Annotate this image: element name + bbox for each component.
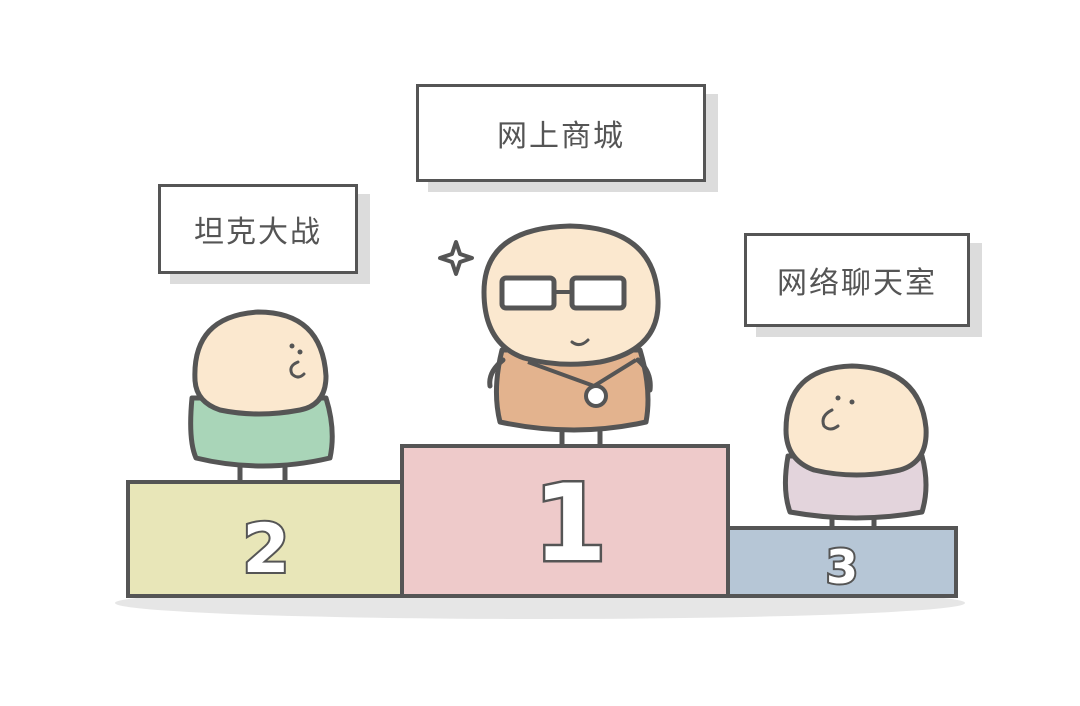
- medal-icon: [584, 384, 608, 408]
- glasses-left-icon: [499, 275, 557, 311]
- first-place-label-box: 网上商城: [416, 84, 706, 182]
- rank-one-label: 1: [533, 462, 607, 585]
- rank-two-label: 2: [242, 510, 289, 589]
- sparkle-icon: [438, 240, 474, 276]
- first-place-label: 网上商城: [497, 119, 625, 154]
- character-third-place: [782, 363, 929, 531]
- character-second-place: [188, 309, 335, 485]
- character-first-place: [438, 223, 661, 449]
- rank-three-label: 3: [826, 540, 858, 594]
- glasses-right-icon: [569, 275, 627, 311]
- podium-illustration: 2 1 3 网上商城 坦克大战 网络聊天室: [0, 0, 1080, 702]
- third-place-label: 网络聊天室: [777, 266, 937, 301]
- third-place-label-box: 网络聊天室: [744, 233, 970, 327]
- second-place-label-box: 坦克大战: [158, 184, 358, 274]
- second-place-label: 坦克大战: [194, 215, 322, 250]
